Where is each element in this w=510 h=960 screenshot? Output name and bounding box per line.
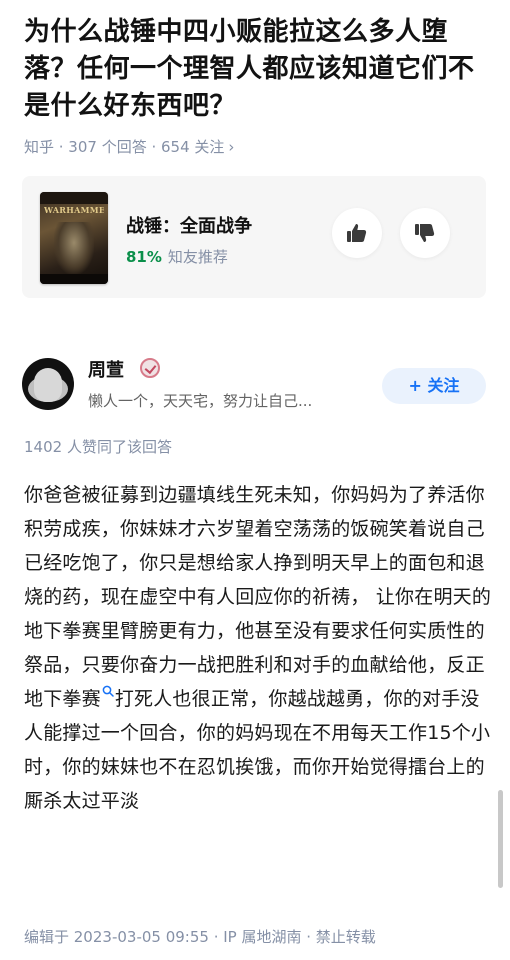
search-icon[interactable] bbox=[102, 685, 114, 697]
game-cover-image: WARHAMMER bbox=[40, 192, 108, 284]
thumbs-down-icon bbox=[415, 224, 435, 242]
question-title[interactable]: 为什么战锤中四小贩能拉这么多人堕落？任何一个理智人都应该知道它们不是什么好东西吧… bbox=[24, 14, 490, 125]
follow-button[interactable]: + 关注 bbox=[382, 368, 486, 404]
thumbs-up-icon bbox=[347, 224, 367, 242]
scrollbar[interactable] bbox=[498, 790, 503, 888]
answer-footer: 编辑于 2023-03-05 09:55 · IP 属地湖南 · 禁止转载 bbox=[24, 928, 376, 946]
author-row: 周萱 懒人一个，天天宅，努力让自己... + 关注 bbox=[22, 354, 488, 418]
question-stats: 知乎 · 307 个回答 · 654 关注 bbox=[24, 138, 225, 156]
upvote-button[interactable] bbox=[332, 208, 382, 258]
vote-count: 1402 人赞同了该回答 bbox=[24, 438, 172, 456]
topic-card[interactable]: WARHAMMER 战锤：全面战争 81% 知友推荐 bbox=[22, 176, 486, 298]
downvote-button[interactable] bbox=[400, 208, 450, 258]
chevron-right-icon: › bbox=[228, 138, 235, 156]
game-cover-logo: WARHAMMER bbox=[44, 205, 104, 215]
recommend-label: 知友推荐 bbox=[167, 248, 228, 266]
game-title: 战锤：全面战争 bbox=[126, 216, 252, 237]
verified-badge-icon bbox=[140, 358, 160, 378]
avatar[interactable] bbox=[22, 358, 74, 410]
answer-text-part1: 你爸爸被征募到边疆填线生死未知，你妈妈为了养活你积劳成疾，你妹妹才六岁望着空荡荡… bbox=[24, 484, 492, 676]
author-name[interactable]: 周萱 bbox=[88, 356, 124, 382]
question-meta[interactable]: 知乎 · 307 个回答 · 654 关注 › bbox=[24, 136, 234, 157]
author-bio: 懒人一个，天天宅，努力让自己... bbox=[88, 392, 313, 410]
recommend-line: 81% 知友推荐 bbox=[126, 246, 228, 267]
search-keyword-link[interactable]: 地下拳赛 bbox=[24, 688, 101, 710]
recommend-percent: 81% bbox=[126, 248, 162, 266]
answer-body: 你爸爸被征募到边疆填线生死未知，你妈妈为了养活你积劳成疾，你妹妹才六岁望着空荡荡… bbox=[24, 478, 492, 818]
